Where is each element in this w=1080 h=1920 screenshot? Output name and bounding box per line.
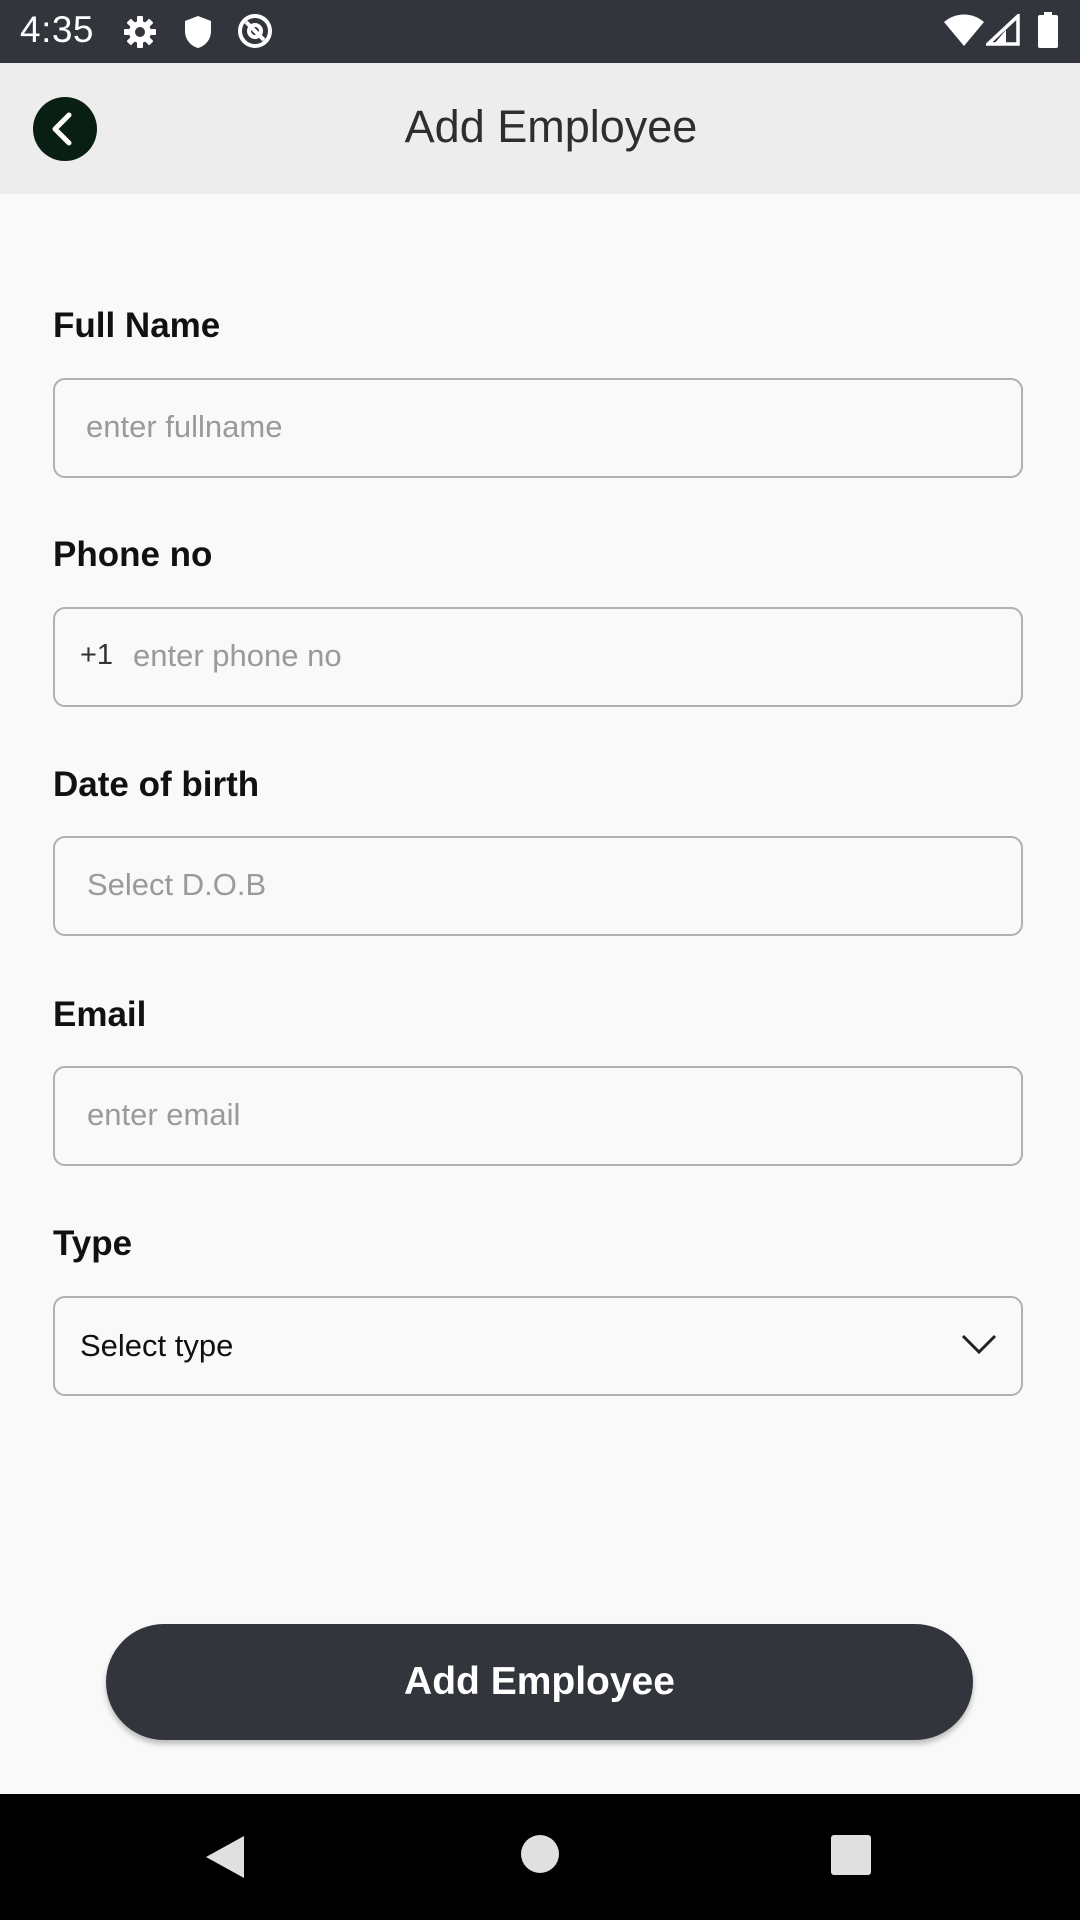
email-input[interactable]: enter email — [53, 1066, 1023, 1166]
dob-field[interactable]: Select D.O.B — [53, 836, 1023, 936]
phone-input[interactable]: +1 enter phone no — [53, 607, 1023, 707]
home-circle-icon[interactable] — [520, 1834, 560, 1879]
page-title: Add Employee — [404, 101, 698, 152]
email-placeholder: enter email — [87, 1097, 241, 1132]
back-triangle-icon[interactable] — [204, 1834, 246, 1885]
dob-placeholder: Select D.O.B — [87, 867, 267, 902]
type-select[interactable]: Select type — [53, 1296, 1023, 1396]
status-time: 4:35 — [20, 9, 95, 50]
full-name-label: Full Name — [53, 306, 221, 345]
app-bar: Add Employee — [0, 63, 1080, 194]
chevron-down-icon — [961, 1332, 997, 1361]
email-label: Email — [53, 995, 147, 1034]
type-label: Type — [53, 1224, 133, 1263]
status-bar: 4:35 — [0, 0, 1080, 63]
signal-icon — [983, 11, 1020, 51]
battery-icon — [1038, 12, 1058, 53]
phone-placeholder: enter phone no — [133, 638, 342, 673]
full-name-input[interactable]: enter fullname — [53, 378, 1023, 478]
at-sign-icon — [236, 12, 274, 55]
recents-square-icon[interactable] — [831, 1835, 871, 1880]
gear-icon — [122, 14, 158, 55]
country-code-prefix: +1 — [80, 639, 114, 671]
navigation-bar — [0, 1794, 1080, 1920]
phone-label: Phone no — [53, 535, 213, 574]
wifi-icon — [944, 14, 984, 51]
type-select-value: Select type — [80, 1328, 234, 1363]
add-employee-button[interactable]: Add Employee — [106, 1624, 973, 1740]
full-name-placeholder: enter fullname — [86, 409, 283, 444]
shield-icon — [182, 14, 214, 55]
dob-label: Date of birth — [53, 765, 260, 804]
